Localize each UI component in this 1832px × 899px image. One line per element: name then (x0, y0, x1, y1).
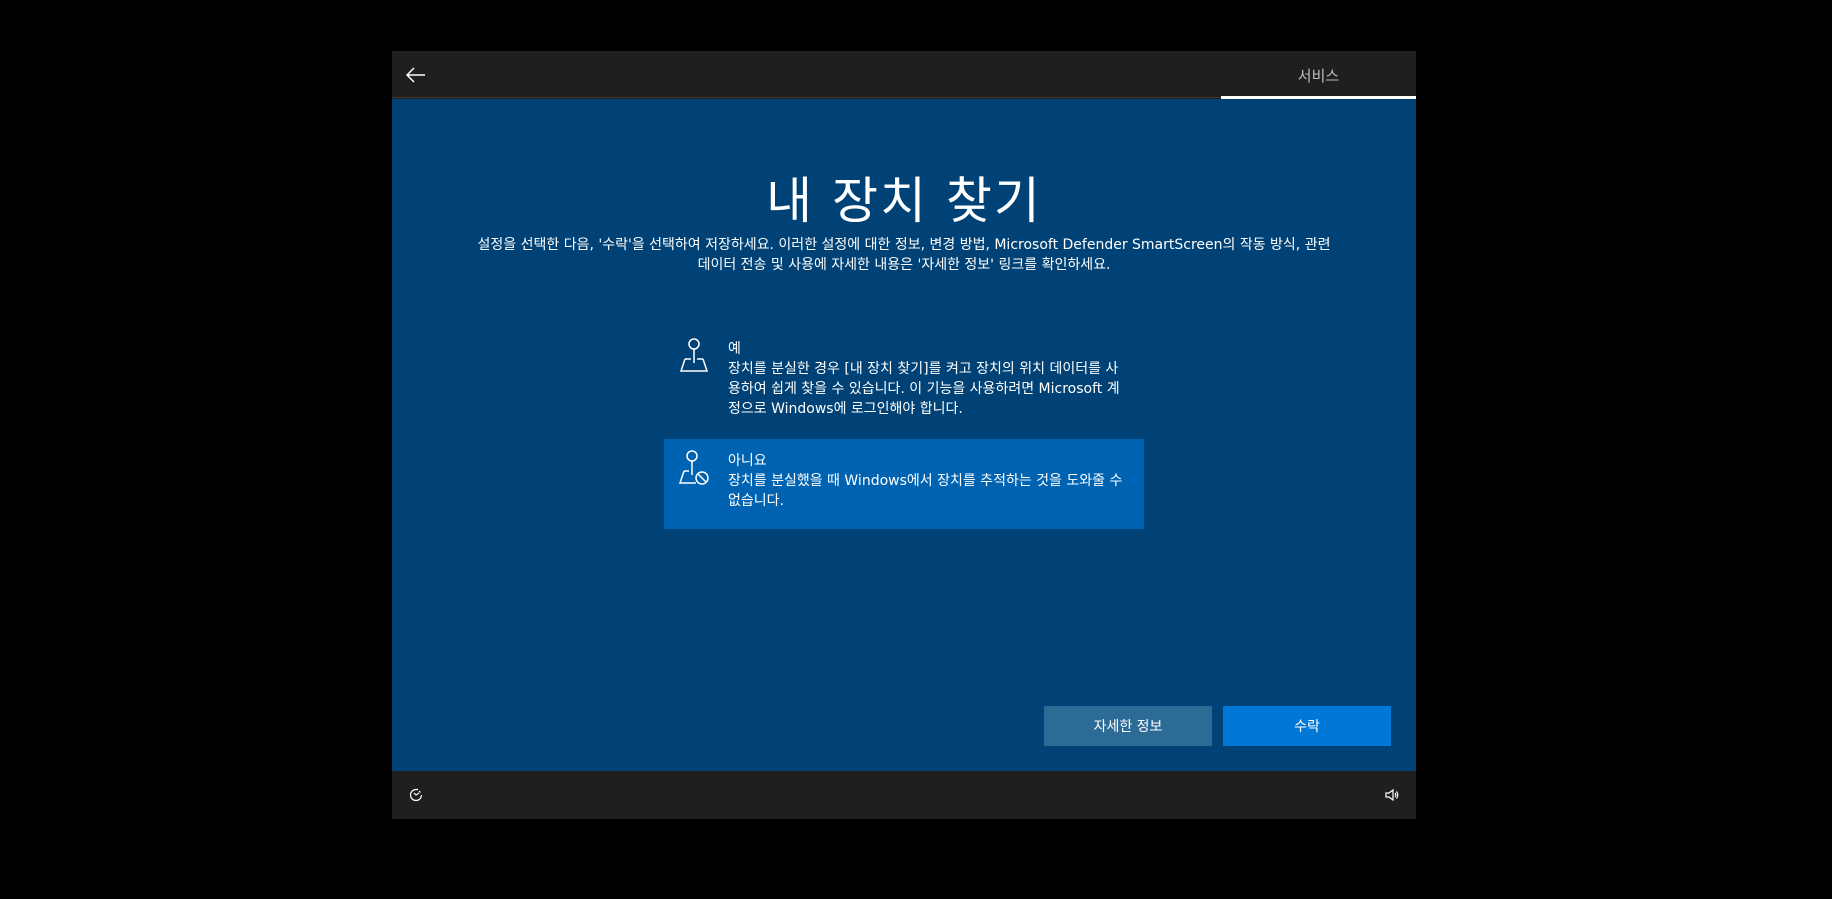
bottom-bar (392, 771, 1416, 819)
subtitle-line-2: 데이터 전송 및 사용에 자세한 내용은 '자세한 정보' 링크를 확인하세요. (697, 257, 1111, 273)
option-yes-description: 장치를 분실한 경우 [내 장치 찾기]를 켜고 장치의 위치 데이터를 사용하… (728, 361, 1120, 417)
volume-button[interactable] (1380, 783, 1404, 807)
option-no-title: 아니요 (728, 453, 767, 469)
page-title: 내 장치 찾기 (766, 172, 1042, 230)
map-pin-icon (679, 338, 709, 372)
option-yes-title: 예 (728, 341, 741, 357)
accept-button[interactable]: 수락 (1223, 706, 1391, 746)
progress-indicator (1221, 96, 1416, 99)
progress-tab-services: 서비스 (1297, 66, 1340, 85)
back-arrow-icon (406, 67, 425, 83)
back-button[interactable] (400, 59, 432, 91)
option-yes[interactable]: 예 장치를 분실한 경우 [내 장치 찾기]를 켜고 장치의 위치 데이터를 사… (664, 327, 1144, 431)
map-pin-blocked-icon (678, 450, 709, 485)
volume-icon (1385, 788, 1399, 802)
page-subtitle: 설정을 선택한 다음, '수락'을 선택하여 저장하세요. 이러한 설정에 대한… (432, 235, 1376, 275)
option-no-description: 장치를 분실했을 때 Windows에서 장치를 추적하는 것을 도와줄 수 없… (728, 473, 1123, 509)
top-bar: 서비스 (392, 51, 1416, 99)
ease-of-access-icon (409, 788, 423, 802)
oobe-window: 서비스 내 장치 찾기 설정을 선택한 다음, '수락'을 선택하여 저장하세요… (392, 51, 1416, 819)
learn-more-button[interactable]: 자세한 정보 (1044, 706, 1212, 746)
ease-of-access-button[interactable] (404, 783, 428, 807)
option-no[interactable]: 아니요 장치를 분실했을 때 Windows에서 장치를 추적하는 것을 도와줄… (664, 439, 1144, 529)
subtitle-line-1: 설정을 선택한 다음, '수락'을 선택하여 저장하세요. 이러한 설정에 대한… (477, 237, 1331, 253)
